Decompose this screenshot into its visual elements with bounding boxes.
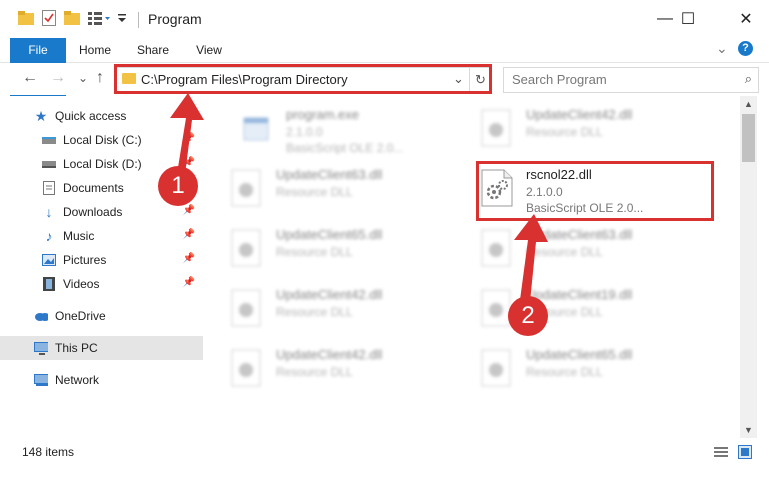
annotation-arrows <box>170 93 548 302</box>
step-2-badge: 2 <box>508 296 548 336</box>
arrow-2 <box>514 214 548 302</box>
step-1-badge: 1 <box>158 166 198 206</box>
